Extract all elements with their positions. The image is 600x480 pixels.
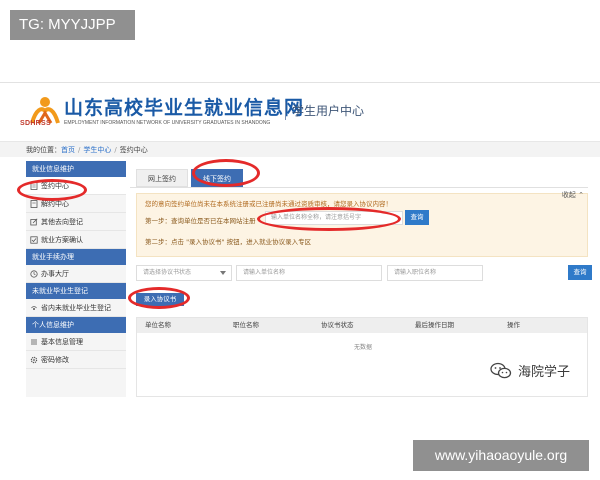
screenshot-area: SDHRSS 山东高校毕业生就业信息网 EMPLOYMENT INFORMATI… [0,83,600,397]
status-select-placeholder: 请选择协议书状态 [143,269,192,276]
sidebar-section-employment-info[interactable]: 就业信息维护 [26,161,126,177]
site-header: SDHRSS 山东高校毕业生就业信息网 EMPLOYMENT INFORMATI… [0,83,600,141]
sidebar-item-label: 其他去向登记 [41,217,83,226]
center-title: 学生用户中心 [292,104,365,118]
breadcrumb-prefix: 我的位置： [26,146,61,154]
document-icon [30,199,38,208]
column-header-actions: 操作 [507,321,520,329]
gear-icon [30,356,38,363]
sidebar-item-other-destination[interactable]: 其他去向登记 [26,213,126,231]
url-watermark: www.yihaoaoyule.org [413,440,589,471]
site-title[interactable]: 山东高校毕业生就业信息网 [64,93,304,120]
filter-query-button[interactable]: 查询 [568,265,592,280]
sidebar-item-label: 密码修改 [41,355,69,364]
sidebar-item-password-change[interactable]: 密码修改 [26,351,126,369]
sidebar-item-unemployed-registration[interactable]: 省内未就业毕业生登记 [26,299,126,317]
chevron-up-icon: ⌃ [578,191,584,199]
annotation-circle-offline-tab [192,159,260,187]
notice-message: 您的意向签约单位尚未在本系统注册或已注册尚未通过资质审核，请您录入协议内容！ [145,200,392,208]
table-header: 单位名称 职位名称 协议书状态 最后操作日期 操作 [137,318,587,333]
signal-icon [31,305,37,310]
edit-icon [30,218,38,225]
sidebar-item-plan-confirm[interactable]: 就业方案确认 [26,231,126,249]
unit-name-input[interactable]: 请输入单位名称 [236,265,382,281]
annotation-circle-search-input [257,207,401,231]
chevron-down-icon [220,271,226,275]
column-header-position-name: 职位名称 [233,321,259,329]
agreement-table: 单位名称 职位名称 协议书状态 最后操作日期 操作 无数据 [136,317,588,397]
sidebar-item-label: 省内未就业毕业生登记 [41,303,111,312]
breadcrumb-separator: / [114,146,117,154]
position-name-input[interactable]: 请输入职位名称 [387,265,483,281]
sidebar-item-label: 就业方案确认 [41,235,83,244]
column-header-unit-name: 单位名称 [145,321,171,329]
clock-icon [30,269,38,278]
tab-divider [130,187,588,188]
wechat-icon [490,362,512,378]
unit-search-button[interactable]: 查询 [405,210,429,225]
sidebar-item-basic-info[interactable]: 基本信息管理 [26,333,126,351]
collapse-label: 收起 [561,191,576,199]
sidebar-section-procedures[interactable]: 就业手续办理 [26,249,126,265]
sidebar-item-label: 办事大厅 [41,269,69,278]
collapse-toggle[interactable]: 收起 ⌃ [562,190,584,200]
column-header-last-operation-date: 最后操作日期 [415,321,454,329]
sidebar-section-personal-info[interactable]: 个人信息维护 [26,317,126,333]
breadcrumb: 我的位置：首页 / 学生中心 / 签约中心 [0,141,600,157]
column-header-agreement-status: 协议书状态 [321,321,354,329]
breadcrumb-separator: / [78,146,81,154]
site-subtitle: EMPLOYMENT INFORMATION NETWORK OF UNIVER… [64,120,271,126]
sidebar-item-label: 基本信息管理 [41,337,83,346]
notice-step-two: 第二步：点击 "录入协议书" 按钮，进入就业协议录入专区 [145,238,312,246]
breadcrumb-current: 签约中心 [119,146,148,154]
annotation-circle-signing-center [17,179,87,201]
sidebar-section-unemployed-registration[interactable]: 未就业毕业生登记 [26,283,126,299]
table-empty-message: 无数据 [353,344,372,351]
wechat-watermark: 海院学子 [490,361,570,380]
checkbox-icon [30,235,38,244]
tab-online-signing[interactable]: 网上签约 [136,169,188,187]
annotation-circle-add-button [128,287,190,309]
breadcrumb-student-center[interactable]: 学生中心 [83,146,111,154]
status-select[interactable]: 请选择协议书状态 [136,265,232,281]
header-divider [285,102,286,120]
notice-step-one: 第一步：查询单位是否已在本网站注册 [145,217,256,225]
sidebar-item-service-hall[interactable]: 办事大厅 [26,265,126,283]
logo-text: SDHRSS [20,120,51,127]
wechat-watermark-text: 海院学子 [518,365,571,380]
list-icon [31,339,37,344]
tg-label-watermark: TG: MYYJJPP [10,10,135,40]
breadcrumb-home[interactable]: 首页 [61,146,75,154]
